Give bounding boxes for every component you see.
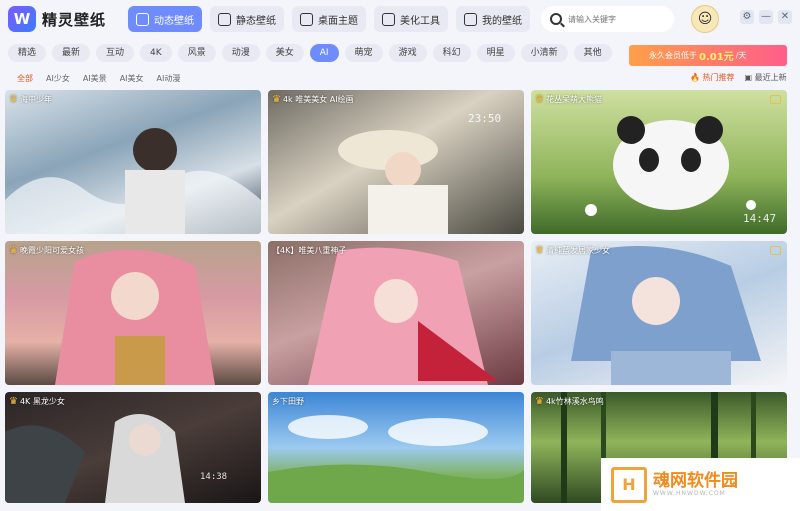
my-wallpaper-icon bbox=[464, 12, 477, 26]
wallpaper-card[interactable]: ♛ 海中少年 bbox=[5, 90, 261, 234]
top-bar: W 精灵壁纸 动态壁纸 静态壁纸 桌面主题 美化工具 我的壁纸 ☺ ⚙ — ✕ bbox=[0, 0, 800, 38]
category-item[interactable]: 最新 bbox=[52, 44, 91, 62]
app-logo-icon: W bbox=[8, 6, 36, 32]
category-item[interactable]: 互动 bbox=[96, 44, 135, 62]
card-title: 【4K】唯美八重神子 bbox=[272, 246, 347, 255]
dynamic-wallpaper-icon bbox=[136, 12, 149, 26]
wallpaper-thumbnail bbox=[55, 249, 215, 385]
wallpaper-thumbnail bbox=[5, 414, 185, 503]
sort-options: 🔥 热门推荐 ▣ 最近上新 bbox=[690, 72, 787, 83]
minimize-icon[interactable]: — bbox=[759, 10, 773, 24]
search-box bbox=[541, 6, 674, 32]
wallpaper-thumbnail bbox=[571, 246, 761, 385]
sort-recent[interactable]: ▣ 最近上新 bbox=[745, 72, 787, 83]
category-item[interactable]: 科幻 bbox=[432, 44, 471, 62]
wallpaper-thumbnail bbox=[308, 247, 498, 385]
category-bar: 精选 最新 互动 4K 风景 动漫 美女 AI 萌宠 游戏 科幻 明星 小清新 … bbox=[8, 44, 612, 62]
window-controls: ⚙ — ✕ bbox=[740, 10, 792, 24]
category-item[interactable]: 美女 bbox=[265, 44, 304, 62]
wallpaper-card[interactable]: ♛ 晚霞少阳可爱女孩 bbox=[5, 241, 261, 385]
wallpaper-card[interactable]: ♛ 清纯蓝发居家少女 bbox=[531, 241, 787, 385]
vip-price: 0.01元 bbox=[699, 52, 734, 63]
tools-icon bbox=[382, 12, 395, 26]
subcategory-item[interactable]: AI美女 bbox=[120, 73, 144, 84]
crown-icon: ♛ bbox=[535, 94, 544, 105]
card-title: ♛ 清纯蓝发居家少女 bbox=[535, 245, 610, 256]
app-logo: W 精灵壁纸 bbox=[8, 6, 106, 32]
crown-icon: ♛ bbox=[535, 245, 544, 256]
subcategory-bar: 全部 AI少女 AI美景 AI美女 AI动漫 bbox=[17, 73, 180, 84]
wallpaper-card[interactable]: 乡下田野 bbox=[268, 392, 524, 503]
search-input[interactable] bbox=[568, 14, 668, 24]
wallpaper-card[interactable]: ♛ 4k 唯美美女 AI绘画 23:50 bbox=[268, 90, 524, 234]
card-title: ♛ 晚霞少阳可爱女孩 bbox=[9, 245, 84, 256]
app-title: 精灵壁纸 bbox=[42, 10, 107, 29]
hd-badge bbox=[770, 246, 781, 255]
subcategory-item[interactable]: AI少女 bbox=[46, 73, 70, 84]
card-title: ♛ 4K 黑龙少女 bbox=[9, 396, 65, 407]
nav-theme[interactable]: 桌面主题 bbox=[292, 6, 366, 32]
vip-suffix: /天 bbox=[735, 51, 747, 60]
clock-overlay: 14:38 bbox=[200, 472, 228, 482]
close-icon[interactable]: ✕ bbox=[778, 10, 792, 24]
wallpaper-card[interactable]: 【4K】唯美八重神子 bbox=[268, 241, 524, 385]
wallpaper-card[interactable]: ♛ 花丛呆萌大熊猫 14:47 bbox=[531, 90, 787, 234]
theme-icon bbox=[300, 12, 313, 26]
wallpaper-card[interactable]: ♛ 4K 黑龙少女 14:38 bbox=[5, 392, 261, 503]
category-item[interactable]: 小清新 bbox=[520, 44, 568, 62]
site-watermark: H 魂网软件园 WWW.HNWDW.COM bbox=[601, 458, 800, 511]
crown-icon: ♛ bbox=[9, 396, 18, 407]
watermark-text: 魂网软件园 bbox=[653, 471, 738, 491]
nav-tools[interactable]: 美化工具 bbox=[374, 6, 448, 32]
vip-prefix: 永久会员低于 bbox=[649, 51, 697, 60]
subcategory-item-active[interactable]: 全部 bbox=[17, 73, 33, 84]
category-item[interactable]: 游戏 bbox=[388, 44, 427, 62]
nav-static-wallpaper[interactable]: 静态壁纸 bbox=[210, 6, 284, 32]
search-icon[interactable] bbox=[550, 13, 562, 25]
category-item[interactable]: 明星 bbox=[476, 44, 515, 62]
watermark-url: WWW.HNWDW.COM bbox=[653, 490, 726, 497]
card-title: ♛ 4k竹林溪水鸟鸣 bbox=[535, 396, 604, 407]
settings-icon[interactable]: ⚙ bbox=[740, 10, 754, 24]
card-title: 乡下田野 bbox=[272, 397, 304, 406]
recent-icon: ▣ bbox=[744, 73, 753, 82]
wallpaper-thumbnail bbox=[5, 128, 261, 234]
crown-icon: ♛ bbox=[9, 245, 18, 256]
category-item[interactable]: 动漫 bbox=[221, 44, 260, 62]
category-item[interactable]: 4K bbox=[140, 44, 172, 62]
card-title: ♛ 4k 唯美美女 AI绘画 bbox=[272, 94, 354, 105]
nav-my-wallpaper[interactable]: 我的壁纸 bbox=[456, 6, 530, 32]
category-item[interactable]: 风景 bbox=[177, 44, 216, 62]
static-wallpaper-icon bbox=[218, 12, 231, 26]
subcategory-item[interactable]: AI美景 bbox=[83, 73, 107, 84]
category-item-active[interactable]: AI bbox=[309, 44, 339, 62]
sort-hot[interactable]: 🔥 热门推荐 bbox=[690, 72, 735, 83]
avatar[interactable]: ☺ bbox=[691, 5, 719, 33]
category-item[interactable]: 其他 bbox=[573, 44, 612, 62]
clock-overlay: 14:47 bbox=[743, 212, 777, 225]
hd-badge bbox=[770, 95, 781, 104]
wallpaper-thumbnail bbox=[268, 415, 524, 503]
card-title: ♛ 海中少年 bbox=[9, 94, 52, 105]
main-nav: 动态壁纸 静态壁纸 桌面主题 美化工具 我的壁纸 bbox=[128, 6, 530, 32]
card-title: ♛ 花丛呆萌大熊猫 bbox=[535, 94, 602, 105]
fire-icon: 🔥 bbox=[690, 73, 700, 82]
category-item[interactable]: 萌宠 bbox=[344, 44, 383, 62]
category-item[interactable]: 精选 bbox=[8, 44, 47, 62]
watermark-logo-icon: H bbox=[611, 466, 647, 503]
clock-overlay: 23:50 bbox=[468, 112, 502, 125]
subcategory-item[interactable]: AI动漫 bbox=[157, 73, 181, 84]
crown-icon: ♛ bbox=[9, 94, 18, 105]
crown-icon: ♛ bbox=[272, 94, 281, 105]
crown-icon: ♛ bbox=[535, 396, 544, 407]
vip-banner[interactable]: 永久会员低于 0.01元 /天 bbox=[629, 45, 787, 66]
nav-dynamic-wallpaper[interactable]: 动态壁纸 bbox=[128, 6, 202, 32]
